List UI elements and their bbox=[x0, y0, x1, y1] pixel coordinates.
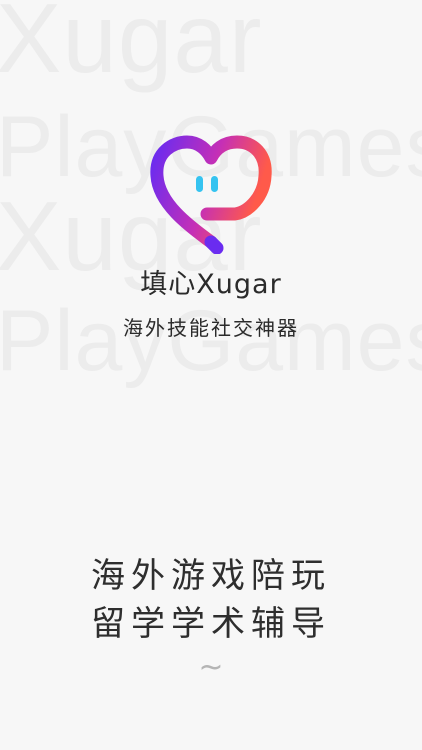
logo-eye bbox=[196, 176, 203, 192]
app-subtitle: 海外技能社交神器 bbox=[123, 316, 299, 340]
watermark-text: PlayGames bbox=[0, 293, 422, 389]
tagline-gaming: 海外游戏陪玩 bbox=[91, 556, 331, 596]
tagline-tutoring: 留学学术辅导 bbox=[91, 604, 331, 644]
heart-logo-icon bbox=[150, 135, 272, 254]
splash-screen: Xugar PlayGames Xugar PlayGames 填心Xugar … bbox=[0, 0, 422, 750]
watermark-text: Xugar bbox=[0, 0, 263, 93]
logo-eye bbox=[211, 176, 218, 192]
tilde-indicator: ~ bbox=[198, 650, 224, 685]
app-name: 填心Xugar bbox=[140, 269, 282, 300]
